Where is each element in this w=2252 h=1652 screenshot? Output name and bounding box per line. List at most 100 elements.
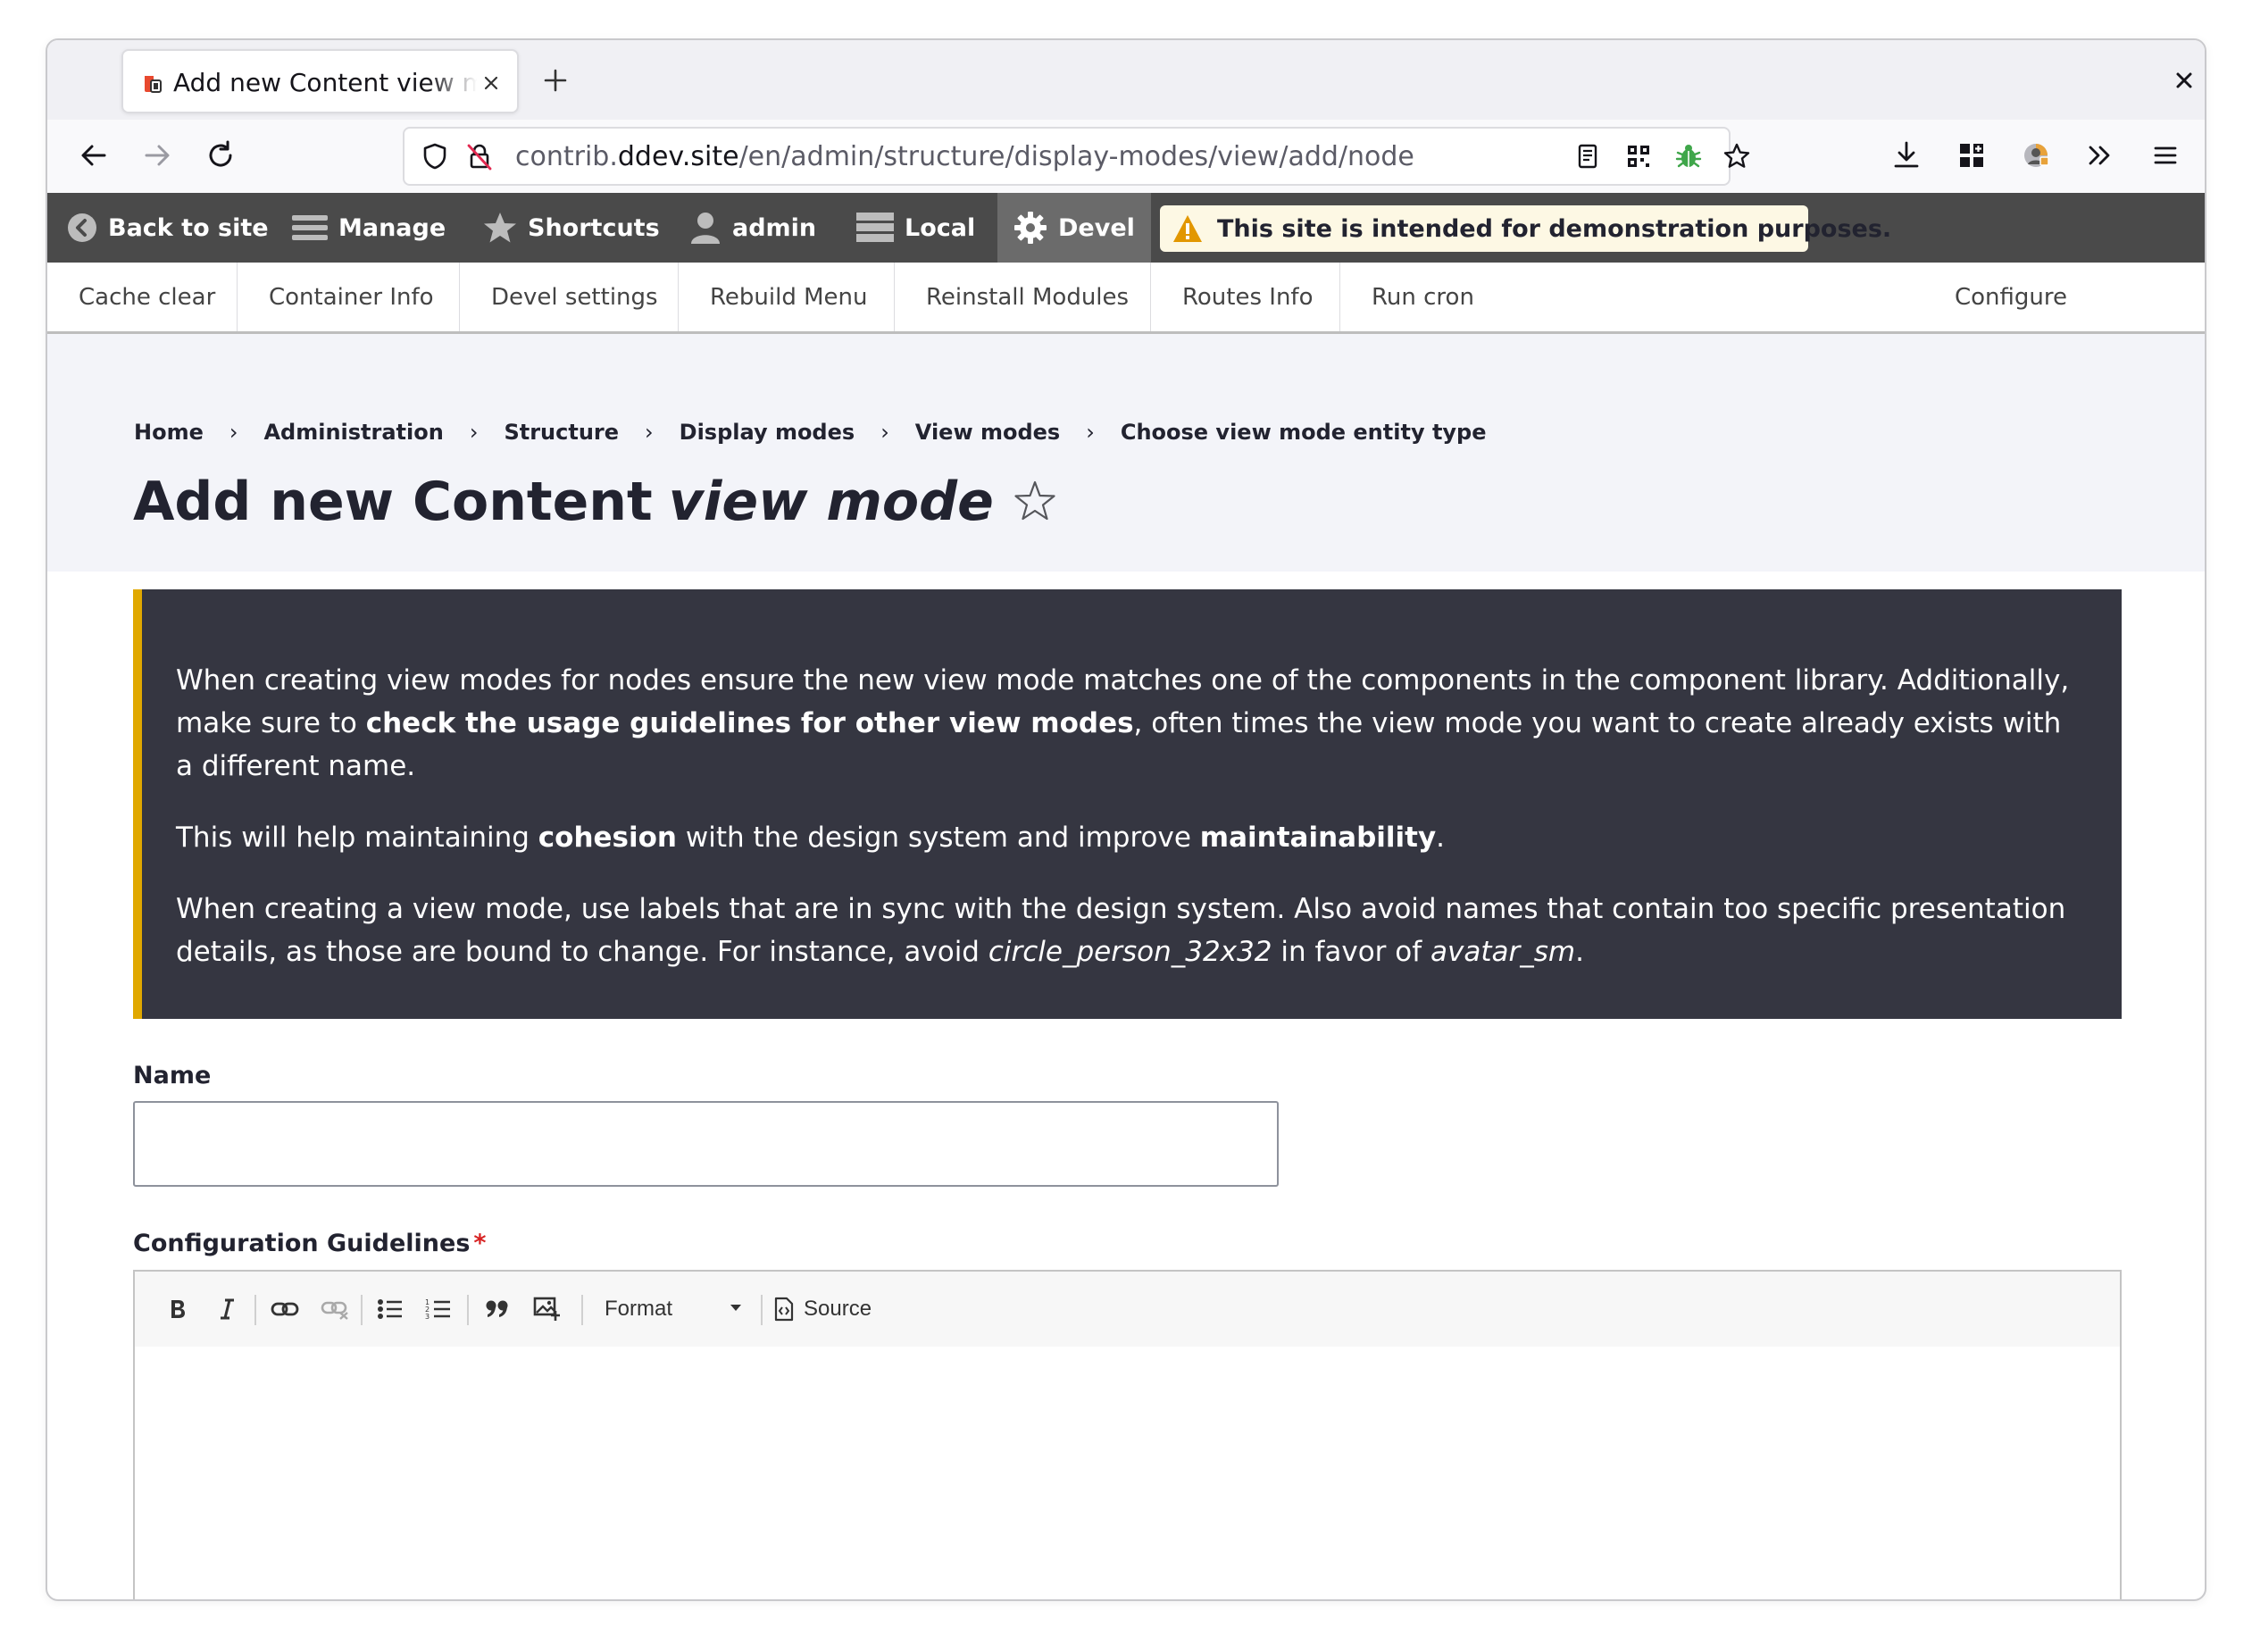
url-text: contrib.ddev.site/en/admin/structure/dis… [515, 141, 1414, 173]
source-button[interactable]: Source [773, 1293, 872, 1325]
breadcrumb-separator-icon: › [469, 420, 479, 445]
tray-item-label: Routes Info [1182, 283, 1314, 311]
breadcrumb-display-modes[interactable]: Display modes [680, 420, 855, 445]
italic-button[interactable] [211, 1293, 243, 1325]
hamburger-menu-icon[interactable] [2148, 138, 2183, 173]
name-label: Name [133, 1062, 212, 1089]
close-tab-icon[interactable] [480, 72, 502, 94]
page-title-main: Add new Content [133, 471, 653, 533]
insecure-lock-icon[interactable] [463, 140, 496, 172]
breadcrumb: Home › Administration › Structure › Disp… [134, 419, 1487, 446]
breadcrumb-separator-icon: › [1086, 420, 1095, 445]
tray-item-devel-settings[interactable]: Devel settings [460, 263, 679, 331]
blockquote-button[interactable] [481, 1293, 513, 1325]
svg-text:3: 3 [425, 1313, 430, 1321]
tray-item-routes-info[interactable]: Routes Info [1151, 263, 1340, 331]
configuration-guidelines-label: Configuration Guidelines * [133, 1230, 487, 1257]
tray-item-label: Container Info [269, 283, 434, 311]
environment-notice-text: This site is intended for demonstration … [1217, 214, 1892, 243]
toolbar-manage-label: Manage [338, 213, 446, 242]
image-icon [533, 1297, 560, 1321]
shortcut-star-icon[interactable] [1012, 479, 1058, 525]
bulleted-list-icon [378, 1299, 402, 1319]
tray-configure-link[interactable]: Configure [1955, 263, 2067, 331]
editor-content-area[interactable] [135, 1347, 2120, 1599]
link-button[interactable] [269, 1293, 301, 1325]
toolbar-separator [761, 1295, 763, 1325]
breadcrumb-view-modes[interactable]: View modes [915, 420, 1060, 445]
description-text: in favor of [1272, 936, 1431, 968]
editor-toolbar: 1 2 3 Format Source [135, 1272, 2120, 1347]
navigation-bar: contrib.ddev.site/en/admin/structure/dis… [47, 120, 2205, 193]
breadcrumb-separator-icon: › [880, 420, 889, 445]
tray-item-label: Run cron [1372, 283, 1474, 311]
qr-code-icon[interactable] [1622, 140, 1655, 172]
breadcrumb-choose-entity-type[interactable]: Choose view mode entity type [1121, 420, 1487, 445]
toolbar-user[interactable]: admin [689, 193, 816, 263]
more-tools-icon[interactable] [2082, 138, 2118, 173]
tray-item-rebuild-menu[interactable]: Rebuild Menu [679, 263, 895, 331]
name-input[interactable] [133, 1101, 1279, 1187]
link-icon [271, 1302, 299, 1316]
description-bold-text: maintainability [1199, 822, 1437, 854]
toolbar-separator [581, 1295, 583, 1325]
unlink-button[interactable] [319, 1293, 351, 1325]
tray-item-container-info[interactable]: Container Info [238, 263, 460, 331]
page-title: Add new Content view mode [133, 466, 1058, 538]
description-text: This will help maintaining [176, 822, 538, 854]
page-title-emphasis: view mode [668, 471, 994, 533]
tray-item-label: Devel settings [491, 283, 658, 311]
description-bold-text: check the usage guidelines for other vie… [365, 707, 1134, 739]
toolbar-shortcuts-label: Shortcuts [528, 213, 660, 242]
breadcrumb-administration[interactable]: Administration [263, 420, 443, 445]
extensions-grid-icon[interactable] [1954, 138, 1989, 173]
environment-indicator: This site is intended for demonstration … [1160, 205, 1891, 252]
source-button-label: Source [804, 1297, 872, 1321]
reload-icon[interactable] [203, 138, 238, 173]
admin-toolbar: Back to site Manage Shortcuts admin Loca… [47, 193, 2205, 263]
reader-view-icon[interactable] [1572, 140, 1604, 172]
bold-button[interactable] [162, 1293, 194, 1325]
source-code-icon [774, 1297, 794, 1322]
forward-icon[interactable] [139, 138, 175, 173]
breadcrumb-separator-icon: › [645, 420, 654, 445]
toolbar-manage[interactable]: Manage [292, 193, 446, 263]
breadcrumb-home[interactable]: Home [134, 420, 204, 445]
warning-icon [1173, 215, 1202, 242]
address-bar[interactable]: contrib.ddev.site/en/admin/structure/dis… [403, 127, 1750, 186]
toolbar-back-to-site[interactable]: Back to site [67, 193, 269, 263]
account-icon[interactable] [2018, 138, 2054, 173]
tray-item-run-cron[interactable]: Run cron [1340, 263, 1510, 331]
toolbar-shortcuts[interactable]: Shortcuts [483, 193, 660, 263]
close-window-icon[interactable] [2173, 70, 2195, 91]
downloads-icon[interactable] [1889, 138, 1924, 173]
bookmark-star-icon[interactable] [1721, 140, 1753, 172]
tracking-shield-icon[interactable] [419, 140, 451, 172]
format-dropdown[interactable]: Format [605, 1293, 672, 1325]
tray-item-label: Reinstall Modules [926, 283, 1130, 311]
browser-window: Add new Content view mode | Drupal [46, 38, 2206, 1601]
browser-tab[interactable]: Add new Content view mode | Drupal [121, 49, 519, 113]
chevron-down-icon[interactable] [730, 1304, 742, 1313]
tab-title: Add new Content view mode | Drupal [173, 69, 477, 97]
tray-item-reinstall-modules[interactable]: Reinstall Modules [895, 263, 1151, 331]
new-tab-icon[interactable] [541, 66, 570, 95]
insert-image-button[interactable] [531, 1293, 563, 1325]
tray-item-cache-clear[interactable]: Cache clear [47, 263, 238, 331]
toolbar-user-label: admin [732, 213, 817, 242]
bulleted-list-button[interactable] [374, 1293, 406, 1325]
toolbar-separator [361, 1295, 363, 1325]
rich-text-editor: 1 2 3 Format Source [133, 1270, 2122, 1599]
required-marker: * [473, 1230, 487, 1257]
toolbar-local[interactable]: Local [856, 193, 975, 263]
toolbar-devel[interactable]: Devel [997, 193, 1151, 263]
breadcrumb-structure[interactable]: Structure [504, 420, 619, 445]
description-italic-text: avatar_sm [1430, 936, 1576, 968]
back-icon[interactable] [76, 138, 112, 173]
url-path: /en/admin/structure/display-modes/view/a… [738, 141, 1414, 172]
numbered-list-button[interactable]: 1 2 3 [422, 1293, 455, 1325]
url-host: ddev.site [617, 141, 739, 172]
quote-icon [486, 1300, 508, 1317]
bug-extension-icon[interactable] [1672, 140, 1705, 172]
configuration-guidelines-label-text: Configuration Guidelines [133, 1230, 471, 1257]
